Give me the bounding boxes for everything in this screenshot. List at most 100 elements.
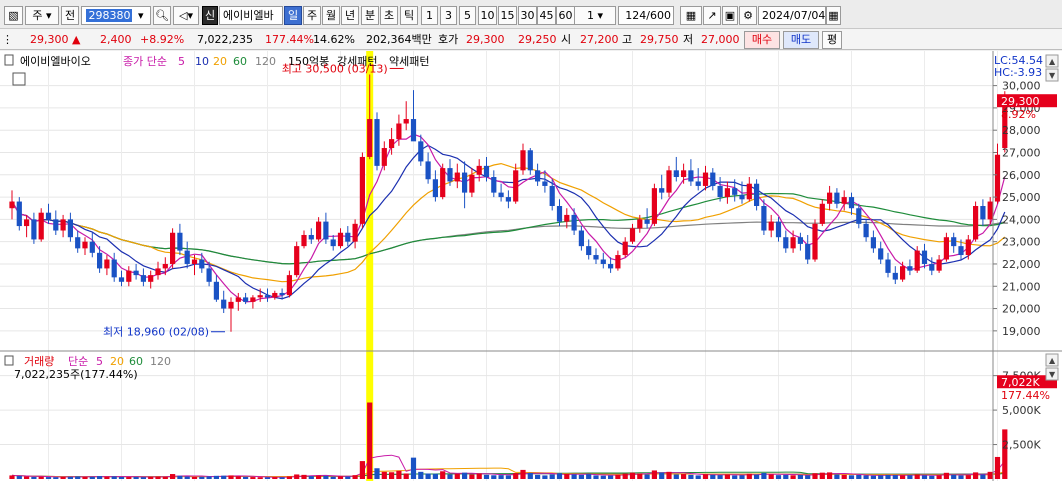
settings-icon[interactable]: ⚙︎ (739, 6, 757, 25)
candle-body (126, 270, 132, 282)
period-button-2[interactable]: 월 (322, 6, 340, 25)
volume-bar (491, 475, 497, 479)
period-button-4[interactable]: 분 (361, 6, 379, 25)
candle-body (608, 263, 614, 269)
candle-body (973, 206, 979, 240)
period-button-6[interactable]: 틱 (400, 6, 418, 25)
candle-body (586, 246, 592, 256)
candle-body (724, 188, 730, 198)
volume-bar (549, 474, 555, 479)
prev-button[interactable]: 전 (61, 6, 79, 25)
volume-bar (389, 472, 395, 479)
volume-bar (987, 471, 993, 479)
candle-body (556, 206, 563, 222)
volume-bar (469, 474, 475, 479)
current-pct-tag: 8.92% (1001, 108, 1036, 121)
interval-button-4[interactable]: 15 (498, 6, 517, 25)
period-button-1[interactable]: 주 (303, 6, 321, 25)
volume-bar (337, 476, 344, 479)
save-icon[interactable]: ▣ (722, 6, 738, 25)
candle-body (148, 275, 154, 282)
interval-button-5[interactable]: 30 (518, 6, 537, 25)
line-tool-icon[interactable]: ↗ (703, 6, 721, 25)
sell-button[interactable]: 매도 (783, 31, 819, 49)
volume-bar (834, 474, 840, 479)
period-button-3[interactable]: 년 (341, 6, 359, 25)
volume-bar (681, 474, 687, 479)
interval-button-3[interactable]: 10 (478, 6, 497, 25)
candle-body (45, 212, 52, 220)
count-field[interactable]: 124/600 (618, 6, 674, 25)
interval-button-6[interactable]: 45 (537, 6, 556, 25)
volume-bar (118, 476, 125, 479)
candle-body (257, 295, 263, 298)
volume-bar (272, 477, 278, 479)
quote-info-bar: ⋮ 29,300 ▲ 2,400 +8.92% 7,022,235 177.44… (0, 29, 1062, 50)
legend-ma10: 10 (195, 55, 209, 68)
candle-body (856, 208, 862, 224)
interval-select[interactable]: 1 ▾ (574, 6, 616, 25)
volume-bar (724, 474, 730, 479)
volume-tick-label: 5,000K (1002, 404, 1041, 417)
volume-bar (206, 476, 212, 479)
volume-bar (418, 471, 424, 479)
interval-button-7[interactable]: 60 (556, 6, 575, 25)
volume-bar (863, 475, 869, 479)
volume-bar (440, 471, 446, 479)
chart-type-icon[interactable]: ▧ (4, 6, 23, 25)
ask-price: 29,300 (466, 33, 505, 46)
candle-body (213, 281, 219, 300)
candle-body (9, 201, 15, 209)
volume-bar (841, 474, 847, 479)
candle-body (739, 194, 745, 200)
volume-bar (856, 475, 862, 479)
volume-bar (97, 476, 103, 479)
volume-bar (155, 476, 161, 479)
price-volume-chart[interactable]: 19,000 20,000 21,000 22,000 23,000 24,000 25,0… (0, 51, 1062, 481)
volume-bar (381, 471, 387, 479)
price-tick-label: 20,000 (1002, 303, 1041, 316)
candle-body (184, 250, 190, 264)
candle-body (140, 275, 146, 282)
interval-button-1[interactable]: 3 (440, 6, 457, 25)
candle-body (345, 232, 351, 242)
candle-body (462, 172, 468, 193)
stock-code-input[interactable]: 298380 ▾ (81, 6, 151, 25)
volume-bar (104, 476, 110, 479)
period-button-5[interactable]: 초 (380, 6, 398, 25)
candle-body (133, 270, 139, 276)
stock-name-field[interactable]: 에이비엘바 (219, 6, 283, 25)
candle-body (549, 185, 555, 206)
search-icon[interactable]: 🔍︎ (153, 6, 171, 25)
volume-bar (710, 474, 716, 479)
candle-body (805, 243, 811, 260)
high-annotation: 최고 30,500 (03/13) (282, 62, 388, 75)
volume-bar (702, 474, 709, 479)
chevron-up-icon: ▲ (1049, 57, 1056, 66)
legend-stock-name: 에이비엘바이오 (20, 55, 91, 68)
grid-tools-icon[interactable]: ▦ (680, 6, 702, 25)
candle-body (892, 272, 898, 280)
calendar-icon[interactable]: ▦ (826, 6, 841, 25)
candle-body (410, 119, 417, 142)
volume-bar (221, 475, 227, 479)
market-select[interactable]: 주 ▾ (25, 6, 59, 25)
interval-button-0[interactable]: 1 (421, 6, 438, 25)
period-button-0[interactable]: 일 (284, 6, 302, 25)
candle-body (746, 183, 752, 200)
volume-bar (1002, 429, 1008, 479)
table-toggle-icon[interactable] (12, 72, 26, 86)
volume-bar (308, 476, 314, 479)
sound-icon[interactable]: ◁▾ (173, 6, 199, 25)
volume-bar (936, 475, 942, 479)
candle-body (454, 172, 460, 182)
volume-bar (75, 476, 81, 479)
buy-button[interactable]: 매수 (744, 31, 780, 49)
price-tick-label: 27,000 (1002, 146, 1041, 159)
date-field[interactable]: 2024/07/04 (758, 6, 826, 25)
eval-button[interactable]: 평 (822, 31, 842, 49)
volume-bar (907, 475, 913, 479)
chevron-down-icon: ▼ (1049, 71, 1056, 80)
interval-button-2[interactable]: 5 (459, 6, 476, 25)
volume-bar (228, 475, 234, 479)
